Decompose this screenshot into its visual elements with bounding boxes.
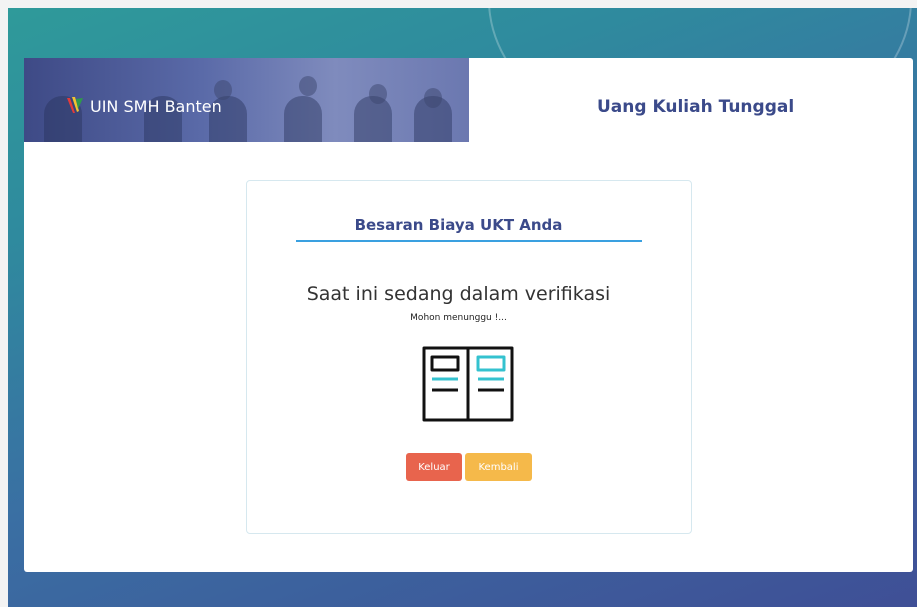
site-title: Uang Kuliah Tunggal	[597, 97, 795, 117]
status-subtitle: Mohon menunggu !...	[410, 313, 507, 323]
open-book-icon	[422, 346, 514, 422]
heading-underline	[296, 240, 642, 242]
brand-name: UIN SMH Banten	[90, 96, 222, 116]
back-button[interactable]: Kembali	[465, 453, 532, 481]
banner-photo-head	[369, 84, 387, 104]
banner-photo-figure	[284, 96, 322, 142]
banner-photo-head	[299, 76, 317, 96]
logout-button[interactable]: Keluar	[406, 453, 462, 481]
brand-logo[interactable]: UIN SMH Banten	[64, 95, 222, 117]
panel-heading: Besaran Biaya UKT Anda	[354, 216, 563, 234]
uin-logo-icon	[67, 97, 83, 113]
status-title: Saat ini sedang dalam verifikasi	[306, 283, 611, 305]
banner-photo-head	[424, 88, 442, 108]
